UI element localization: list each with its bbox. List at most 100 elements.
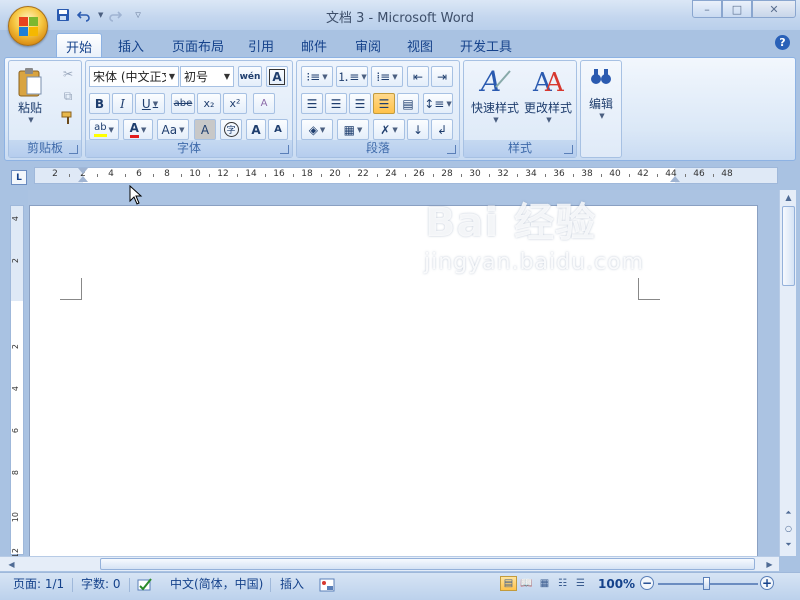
numbering-button[interactable]: ⒈≡ ▼ (336, 66, 368, 87)
subscript-button[interactable]: x₂ (197, 93, 221, 114)
paste-button[interactable]: 粘贴 ▼ (13, 65, 47, 131)
insert-mode[interactable]: 插入 (280, 573, 304, 595)
justify-button[interactable]: ☰ (373, 93, 395, 114)
vertical-scroll-thumb[interactable] (782, 206, 795, 286)
tab-selector-button[interactable]: L (11, 170, 27, 185)
scroll-right-icon[interactable]: ▶ (762, 557, 777, 572)
document-page[interactable] (29, 205, 758, 556)
language-indicator[interactable]: 中文(简体，中国) (170, 573, 263, 595)
horizontal-scrollbar[interactable]: ◀ ▶ (0, 556, 779, 571)
tab-page-layout[interactable]: 页面布局 (163, 33, 233, 58)
zoom-slider-thumb[interactable] (703, 577, 710, 590)
align-left-button[interactable]: ☰ (301, 93, 323, 114)
full-screen-reading-icon[interactable]: 📖 (518, 576, 535, 591)
strikethrough-button[interactable]: abe (171, 93, 195, 114)
font-name-combo[interactable]: 宋体 (中文正文) ▼ (89, 66, 179, 87)
italic-button[interactable]: I (112, 93, 133, 114)
first-line-indent-marker[interactable] (78, 168, 88, 174)
borders-button[interactable]: ▦ ▼ (337, 119, 369, 140)
sort-button[interactable]: ↓ (407, 119, 429, 140)
font-color-button[interactable]: A ▼ (123, 119, 153, 140)
shading-button[interactable]: ◈ ▼ (301, 119, 333, 140)
styles-launcher-icon[interactable] (564, 145, 573, 154)
ruler-tick (461, 174, 462, 177)
change-styles-button[interactable]: AA 更改样式 ▼ (522, 64, 574, 134)
print-layout-view-icon[interactable]: ▤ (500, 576, 517, 591)
chinese-layout-icon: ✗ (380, 122, 391, 137)
enclose-char-button[interactable]: 字 (220, 119, 242, 140)
line-spacing-button[interactable]: ↕≡ ▼ (423, 93, 453, 114)
bullets-button[interactable]: ⁝≡ ▼ (301, 66, 333, 87)
underline-dropdown-icon: ▼ (152, 99, 159, 108)
horizontal-ruler[interactable]: 2 2 4 6 8 10 12 14 16 18 20 22 24 26 28 30 32 34 36 38 40 42 4… (34, 167, 778, 184)
ruler-tick (181, 174, 182, 177)
proofing-icon[interactable] (137, 573, 153, 595)
tab-mailings[interactable]: 邮件 (292, 33, 336, 58)
superscript-button[interactable]: x² (223, 93, 247, 114)
shrink-font-button[interactable]: A (268, 119, 288, 140)
horizontal-scroll-thumb[interactable] (100, 558, 755, 570)
page-count[interactable]: 页面: 1/1 (13, 573, 64, 595)
vertical-scrollbar[interactable]: ▲ ⏶ ○ ⏷ (779, 190, 796, 556)
scroll-left-icon[interactable]: ◀ (4, 557, 19, 572)
scroll-up-icon[interactable]: ▲ (781, 190, 796, 205)
hanging-indent-marker[interactable] (78, 176, 88, 182)
tab-insert[interactable]: 插入 (109, 33, 153, 58)
phonetic-guide-icon: wén (239, 71, 261, 82)
distributed-button[interactable]: ▤ (397, 93, 419, 114)
next-page-icon[interactable]: ⏷ (781, 537, 796, 552)
ruler-number: 6 (136, 169, 142, 179)
zoom-level[interactable]: 100% (598, 573, 635, 595)
outline-view-icon[interactable]: ☷ (554, 576, 571, 591)
increase-indent-button[interactable]: ⇥ (431, 66, 453, 87)
office-button[interactable] (8, 6, 48, 46)
underline-label: U (141, 96, 151, 111)
help-icon[interactable]: ? (775, 35, 790, 50)
zoom-in-icon[interactable]: + (760, 576, 774, 590)
ruler-number: 20 (329, 169, 341, 179)
web-layout-icon[interactable]: ▦ (536, 576, 553, 591)
zoom-out-icon[interactable]: − (640, 576, 654, 590)
draft-view-icon[interactable]: ☰ (572, 576, 589, 591)
align-right-button[interactable]: ☰ (349, 93, 371, 114)
align-center-button[interactable]: ☰ (325, 93, 347, 114)
ruler-tick (657, 174, 658, 177)
tab-review[interactable]: 审阅 (346, 33, 390, 58)
font-size-combo[interactable]: 初号 ▼ (180, 66, 234, 87)
tab-view[interactable]: 视图 (398, 33, 442, 58)
shading-icon: ◈ (308, 122, 318, 137)
macro-record-icon[interactable] (319, 573, 335, 595)
close-button[interactable]: ✕ (752, 0, 796, 18)
multilevel-list-button[interactable]: ⁞≡ ▼ (371, 66, 403, 87)
show-marks-button[interactable]: ↲ (431, 119, 453, 140)
decrease-indent-button[interactable]: ⇤ (407, 66, 429, 87)
tab-developer[interactable]: 开发工具 (451, 33, 521, 58)
browse-object-icon[interactable]: ○ (781, 521, 796, 536)
minimize-button[interactable]: – (692, 0, 722, 18)
editing-button[interactable]: 编辑 ▼ (584, 64, 618, 130)
maximize-button[interactable]: □ (722, 0, 752, 18)
vertical-ruler[interactable]: 4 2 2 4 6 8 10 12 (10, 205, 24, 558)
char-border-button[interactable]: A (266, 66, 288, 87)
grow-font-button[interactable]: A (246, 119, 266, 140)
clipboard-launcher-icon[interactable] (69, 145, 78, 154)
tab-references[interactable]: 引用 (239, 33, 283, 58)
underline-button[interactable]: U ▼ (135, 93, 165, 114)
previous-page-icon[interactable]: ⏶ (781, 505, 796, 520)
char-shading-button[interactable]: A (194, 119, 216, 140)
format-painter-icon[interactable] (59, 109, 77, 127)
quick-styles-button[interactable]: A 快速样式 ▼ (468, 64, 522, 134)
bold-button[interactable]: B (89, 93, 110, 114)
paragraph-launcher-icon[interactable] (447, 145, 456, 154)
cut-icon[interactable]: ✂ (59, 65, 77, 83)
right-indent-marker[interactable] (670, 176, 680, 182)
phonetic-guide-button[interactable]: wén (238, 66, 262, 87)
chinese-layout-button[interactable]: ✗ ▼ (373, 119, 405, 140)
tab-home[interactable]: 开始 (56, 33, 103, 58)
highlight-button[interactable]: ab ▼ (89, 119, 119, 140)
clear-formatting-button[interactable]: A (253, 93, 275, 114)
change-case-button[interactable]: Aa ▼ (157, 119, 189, 140)
word-count[interactable]: 字数: 0 (81, 573, 121, 595)
font-launcher-icon[interactable] (280, 145, 289, 154)
copy-icon[interactable]: ⧉ (59, 87, 77, 105)
